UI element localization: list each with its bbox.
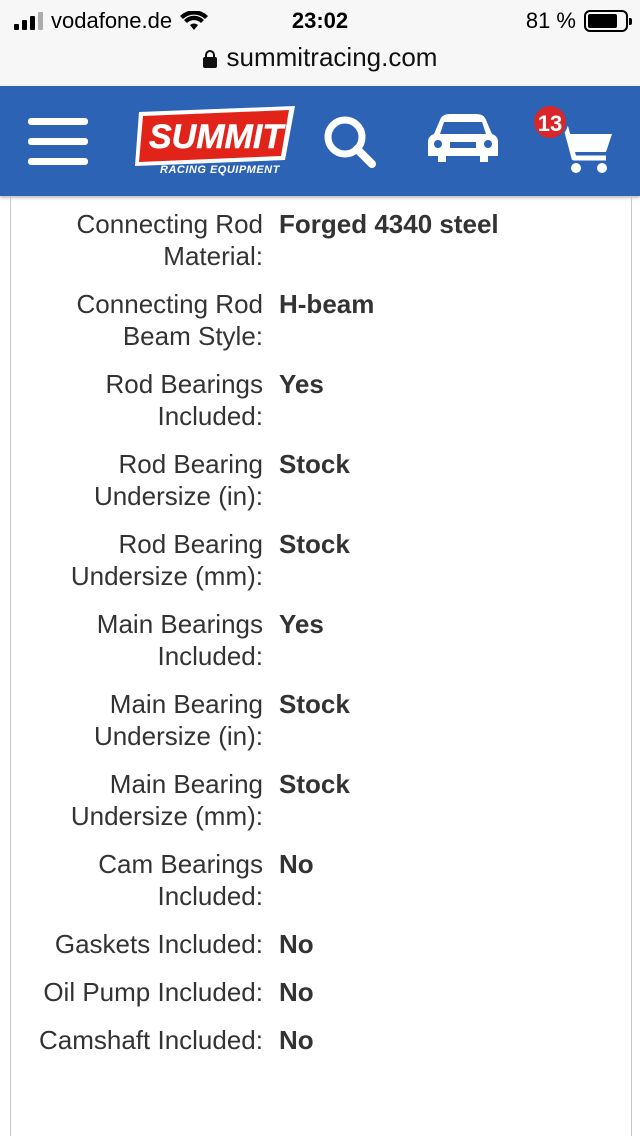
spec-list: Connecting Rod Material: Forged 4340 stee… xyxy=(11,196,631,1056)
lock-icon xyxy=(202,50,217,68)
spec-row: Main Bearings Included: Yes xyxy=(11,608,631,672)
spec-row: Rod Bearing Undersize (mm): Stock xyxy=(11,528,631,592)
spec-label: Main Bearings Included: xyxy=(96,609,263,671)
spec-row: Gaskets Included: No xyxy=(11,928,631,960)
spec-value: No xyxy=(279,1025,314,1055)
spec-row: Main Bearing Undersize (mm): Stock xyxy=(11,768,631,832)
spec-label: Rod Bearing Undersize (in): xyxy=(93,449,263,511)
menu-icon[interactable] xyxy=(28,118,88,166)
spec-value: Stock xyxy=(279,449,350,479)
spec-row: Connecting Rod Material: Forged 4340 stee… xyxy=(11,208,631,272)
spec-value: Stock xyxy=(279,769,350,799)
vehicle-icon[interactable] xyxy=(426,112,500,166)
spec-row: Camshaft Included: No xyxy=(11,1024,631,1056)
spec-label: Rod Bearings Included: xyxy=(105,369,263,431)
search-icon[interactable] xyxy=(322,114,378,170)
spec-value: Yes xyxy=(279,369,324,399)
svg-text:SUMMIT: SUMMIT xyxy=(149,118,286,156)
battery-icon xyxy=(584,10,632,32)
spec-row: Connecting Rod Beam Style: H-beam xyxy=(11,288,631,352)
spec-label: Main Bearing Undersize (in): xyxy=(93,689,263,751)
status-bar: vodafone.de 23:02 81 % xyxy=(0,6,640,36)
spec-label: Camshaft Included: xyxy=(38,1025,263,1055)
spec-value: No xyxy=(279,977,314,1007)
spec-label: Connecting Rod Beam Style: xyxy=(76,289,263,351)
spec-value: No xyxy=(279,849,314,879)
spec-value: Yes xyxy=(279,609,324,639)
spec-value: Stock xyxy=(279,529,350,559)
spec-label: Rod Bearing Undersize (mm): xyxy=(70,529,263,591)
browser-chrome: vodafone.de 23:02 81 % summitracing.com xyxy=(0,0,640,86)
spec-value: Forged 4340 steel xyxy=(279,209,499,239)
spec-row: Rod Bearing Undersize (in): Stock xyxy=(11,448,631,512)
site-header: SUMMIT RACING EQUIPMENT xyxy=(0,86,640,196)
spec-label: Gaskets Included: xyxy=(54,929,263,959)
url-text: summitracing.com xyxy=(226,41,438,72)
spec-label: Main Bearing Undersize (mm): xyxy=(70,769,263,831)
product-specs-panel: Connecting Rod Material: Forged 4340 stee… xyxy=(10,196,632,1136)
spec-row: Oil Pump Included: No xyxy=(11,976,631,1008)
spec-value: No xyxy=(279,929,314,959)
spec-row: Rod Bearings Included: Yes xyxy=(11,368,631,432)
spec-label: Oil Pump Included: xyxy=(43,977,263,1007)
cart-count-badge: 13 xyxy=(532,104,568,140)
spec-label: Cam Bearings Included: xyxy=(98,849,263,911)
address-bar[interactable]: summitracing.com xyxy=(0,40,640,74)
spec-row: Cam Bearings Included: No xyxy=(11,848,631,912)
spec-row: Main Bearing Undersize (in): Stock xyxy=(11,688,631,752)
battery-percent: 81 % xyxy=(525,8,576,33)
spec-label: Connecting Rod Material: xyxy=(76,209,263,271)
spec-value: H-beam xyxy=(279,289,375,319)
spec-value: Stock xyxy=(279,689,350,719)
logo-subtext: RACING EQUIPMENT xyxy=(160,164,280,176)
